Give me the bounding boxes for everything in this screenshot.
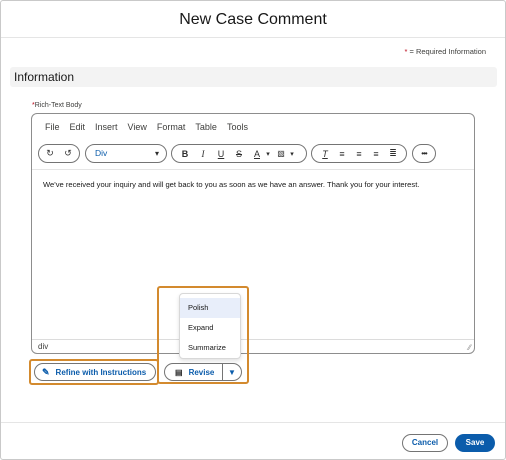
- menu-insert[interactable]: Insert: [95, 122, 118, 132]
- cancel-button[interactable]: Cancel: [402, 434, 448, 452]
- resize-handle-icon[interactable]: ∕∕: [468, 343, 471, 352]
- strikethrough-icon[interactable]: S: [232, 146, 246, 161]
- editor-statusbar: div ∕∕: [32, 339, 474, 353]
- align-center-icon[interactable]: ≡: [352, 146, 366, 161]
- modal-header: New Case Comment: [1, 1, 505, 38]
- highlight-outline-refine: [29, 359, 159, 385]
- align-right-icon[interactable]: ≡: [369, 146, 383, 161]
- highlight-outline-revise: [157, 286, 249, 384]
- text-format-group: B I U S A ▾ ▧ ▾: [171, 144, 307, 163]
- editor-content[interactable]: We've received your inquiry and will get…: [43, 180, 464, 190]
- required-info-note: * = Required Information: [404, 47, 486, 56]
- modal-title: New Case Comment: [179, 11, 327, 28]
- block-format-value: Div: [95, 148, 108, 158]
- undo-icon[interactable]: ↺: [61, 146, 75, 161]
- modal-footer: Cancel Save: [1, 422, 505, 460]
- chevron-down-icon: ▾: [154, 149, 159, 158]
- menu-table[interactable]: Table: [195, 122, 217, 132]
- bold-icon[interactable]: B: [178, 146, 192, 161]
- more-options-icon[interactable]: •••: [412, 144, 436, 163]
- italic-icon[interactable]: I: [196, 146, 210, 161]
- underline-icon[interactable]: U: [214, 146, 228, 161]
- field-label: *Rich-Text Body: [32, 102, 82, 109]
- section-header: Information: [10, 67, 497, 87]
- text-color-icon[interactable]: A: [250, 146, 264, 161]
- block-format-select[interactable]: Div ▾: [85, 144, 167, 163]
- field-label-text: Rich-Text Body: [34, 102, 82, 109]
- menu-view[interactable]: View: [128, 122, 147, 132]
- editor-menubar: File Edit Insert View Format Table Tools: [32, 114, 474, 140]
- undo-redo-group: ↻ ↺: [38, 144, 80, 163]
- editor-toolbar: ↻ ↺ Div ▾ B I U S A ▾ ▧ ▾ T ≡ ≡ ≡ ≣ •••: [32, 140, 474, 170]
- align-justify-icon[interactable]: ≣: [386, 146, 400, 161]
- menu-edit[interactable]: Edit: [70, 122, 86, 132]
- section-title: Information: [14, 70, 75, 84]
- menu-file[interactable]: File: [45, 122, 60, 132]
- align-left-icon[interactable]: ≡: [335, 146, 349, 161]
- element-path: div: [38, 342, 49, 351]
- required-info-text: = Required Information: [407, 47, 486, 56]
- background-color-icon[interactable]: ▧: [274, 146, 288, 161]
- modal: New Case Comment * = Required Informatio…: [0, 0, 506, 460]
- chevron-down-icon[interactable]: ▾: [288, 146, 296, 161]
- redo-icon[interactable]: ↻: [43, 146, 57, 161]
- clear-formatting-icon[interactable]: T: [318, 146, 332, 161]
- menu-tools[interactable]: Tools: [227, 122, 248, 132]
- save-button[interactable]: Save: [455, 434, 495, 452]
- rich-text-editor[interactable]: File Edit Insert View Format Table Tools…: [31, 113, 475, 354]
- chevron-down-icon[interactable]: ▾: [264, 146, 272, 161]
- paragraph-group: T ≡ ≡ ≡ ≣: [311, 144, 407, 163]
- menu-format[interactable]: Format: [157, 122, 186, 132]
